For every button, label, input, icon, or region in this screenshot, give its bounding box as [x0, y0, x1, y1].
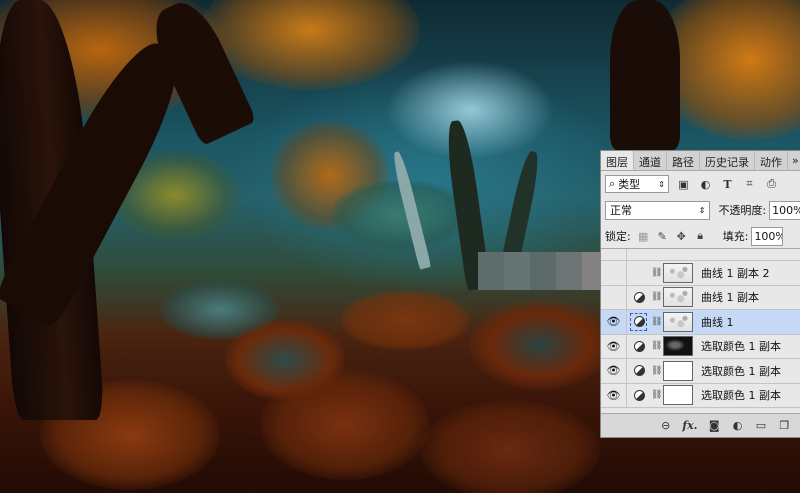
- layer-row[interactable]: 👁︎ ⛓ 选取颜色 1 副本: [601, 383, 800, 408]
- layer-mask-thumbnail[interactable]: [663, 311, 693, 332]
- image-filter-icon[interactable]: ▣: [676, 177, 691, 192]
- layer-row-partial[interactable]: [601, 249, 800, 261]
- layer-row[interactable]: 👁︎ ⛓ 选取颜色 1 副本: [601, 359, 800, 384]
- blend-mode-select[interactable]: 正常 ⇕: [605, 200, 711, 220]
- eye-icon[interactable]: 👁︎: [601, 359, 627, 383]
- opacity-input[interactable]: 100%: [769, 200, 800, 220]
- rock: [260, 370, 430, 480]
- lock-transparent-icon[interactable]: ▦: [637, 230, 650, 243]
- add-mask-icon[interactable]: ◙: [708, 418, 721, 434]
- opacity-label: 不透明度:: [718, 204, 767, 217]
- lock-image-icon[interactable]: ✎: [656, 230, 669, 243]
- fx-icon[interactable]: fx.: [682, 418, 697, 434]
- tree-trunk: [610, 0, 680, 150]
- lock-label: 锁定:: [605, 230, 631, 243]
- panel-menu-button[interactable]: »: [788, 151, 800, 170]
- layer-mask-thumbnail[interactable]: [663, 262, 693, 283]
- panel-tabs: 图层 通道 路径 历史记录 动作 »: [601, 151, 800, 171]
- tab-channels[interactable]: 通道: [634, 151, 667, 170]
- layer-row[interactable]: 👁︎ ⛓ 选取颜色 1 副本: [601, 334, 800, 359]
- chevron-updown-icon: ⇕: [698, 205, 706, 215]
- rock: [420, 400, 600, 493]
- eye-icon[interactable]: 👁︎: [601, 310, 627, 334]
- blend-mode-value: 正常: [610, 204, 632, 217]
- selection-outline: [630, 313, 647, 331]
- fill-input[interactable]: 100%: [751, 226, 784, 246]
- adjustment-layer-icon: [627, 365, 651, 377]
- visibility-toggle[interactable]: [601, 249, 627, 260]
- layer-row[interactable]: ⛓ 曲线 1 副本: [601, 285, 800, 310]
- eye-icon[interactable]: 👁︎: [601, 334, 627, 358]
- tab-history[interactable]: 历史记录: [700, 151, 755, 170]
- filter-type-label: 类型: [618, 178, 641, 191]
- panel-bottom-bar: ⊖ fx. ◙ ◐ ▭ ❐: [601, 413, 800, 437]
- layer-row[interactable]: ⛓ 曲线 1 副本 2: [601, 261, 800, 286]
- link-icon[interactable]: ⛓: [651, 317, 662, 327]
- smart-object-filter-icon[interactable]: ⎙: [764, 177, 779, 192]
- tab-paths[interactable]: 路径: [667, 151, 700, 170]
- link-icon[interactable]: ⛓: [651, 341, 662, 351]
- new-layer-icon[interactable]: ❐: [778, 418, 791, 434]
- adjustment-layer-icon: [627, 389, 651, 401]
- layer-name: 曲线 1 副本: [701, 291, 759, 305]
- layer-filter-select[interactable]: ⌕ 类型 ⇕: [605, 175, 669, 193]
- lock-position-icon[interactable]: ✥: [675, 230, 688, 243]
- link-icon[interactable]: ⛓: [651, 292, 662, 302]
- layer-mask-thumbnail[interactable]: [663, 360, 693, 381]
- chevron-updown-icon: ⇕: [658, 179, 665, 189]
- layer-name: 选取颜色 1 副本: [701, 364, 781, 378]
- tab-actions[interactable]: 动作: [755, 151, 788, 170]
- eye-icon[interactable]: 👁︎: [601, 383, 627, 407]
- layers-panel: 图层 通道 路径 历史记录 动作 » ⌕ 类型 ⇕ ▣ ◐ T ⌗ ⎙ 正常 ⇕…: [600, 150, 800, 438]
- search-icon: ⌕: [609, 177, 616, 190]
- fill-label: 填充:: [722, 230, 749, 243]
- layer-row-selected[interactable]: 👁︎ ⛓ 曲线 1: [601, 310, 800, 335]
- new-group-icon[interactable]: ▭: [754, 418, 767, 434]
- adjustment-layer-icon: [627, 340, 651, 352]
- filter-row: ⌕ 类型 ⇕ ▣ ◐ T ⌗ ⎙: [605, 173, 800, 195]
- layer-list: ⛓ 曲线 1 副本 2 ⛓ 曲线 1 副本 👁︎ ⛓ 曲线 1 👁︎ ⛓ 选取颜…: [601, 249, 800, 408]
- visibility-toggle[interactable]: [601, 285, 627, 309]
- adjustment-layer-icon: [627, 291, 651, 303]
- lock-all-icon[interactable]: 🔒︎: [694, 229, 707, 243]
- layer-name: 曲线 1 副本 2: [701, 266, 770, 280]
- layer-name: 选取颜色 1 副本: [701, 340, 781, 354]
- link-icon[interactable]: ⛓: [651, 390, 662, 400]
- lock-row: 锁定: ▦ ✎ ✥ 🔒︎ 填充: 100%: [605, 226, 800, 246]
- rock: [470, 300, 610, 390]
- visibility-toggle[interactable]: [601, 261, 627, 285]
- layer-name: 选取颜色 1 副本: [701, 389, 781, 403]
- layer-name: 曲线 1: [701, 315, 734, 329]
- link-icon[interactable]: ⊖: [659, 418, 672, 434]
- link-icon[interactable]: ⛓: [651, 366, 662, 376]
- adjustment-filter-icon[interactable]: ◐: [698, 177, 713, 192]
- tab-layers[interactable]: 图层: [601, 151, 634, 170]
- shape-filter-icon[interactable]: ⌗: [742, 177, 757, 192]
- new-adjustment-icon[interactable]: ◐: [731, 418, 744, 434]
- link-icon[interactable]: ⛓: [651, 268, 662, 278]
- blend-row: 正常 ⇕ 不透明度: 100%: [605, 199, 800, 221]
- layer-mask-thumbnail[interactable]: [663, 287, 693, 308]
- rock: [340, 290, 470, 350]
- layer-mask-thumbnail[interactable]: [663, 336, 693, 357]
- layer-mask-thumbnail[interactable]: [663, 385, 693, 406]
- text-filter-icon[interactable]: T: [720, 177, 735, 192]
